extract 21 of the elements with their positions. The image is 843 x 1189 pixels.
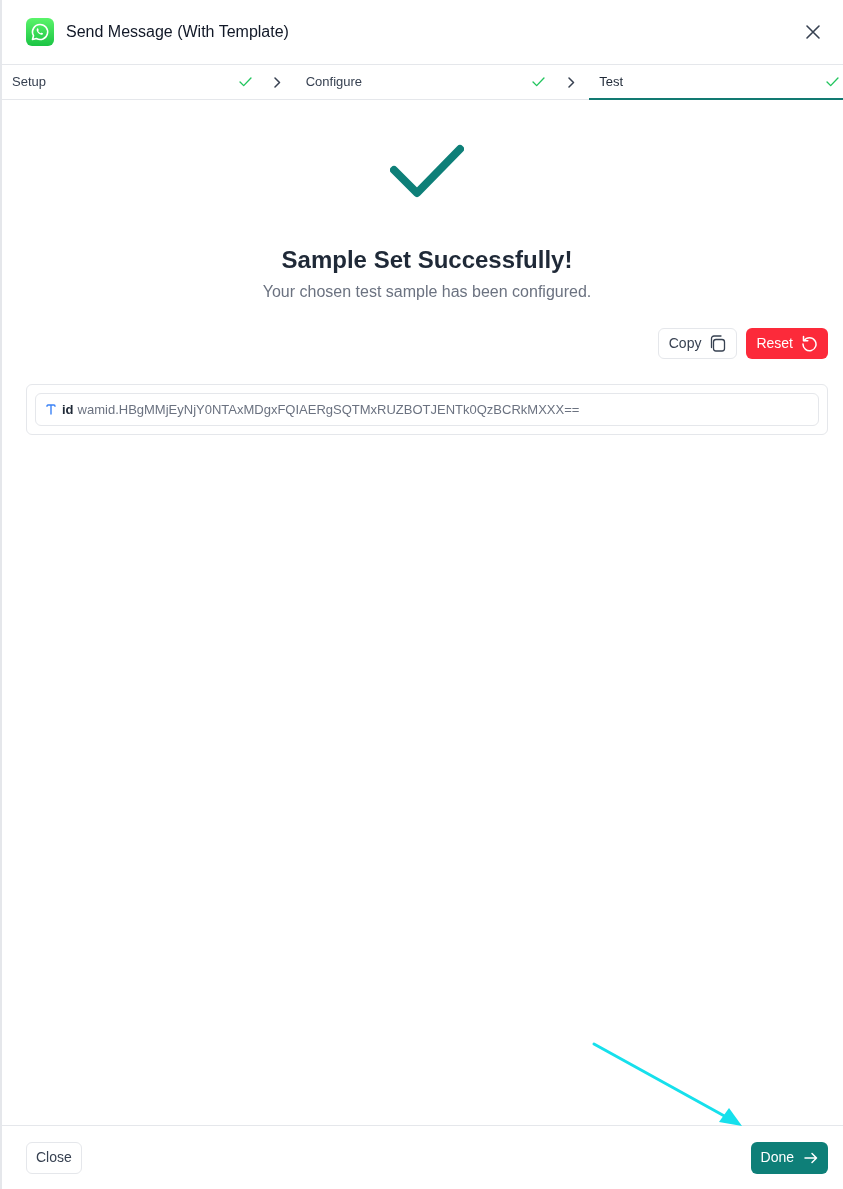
field-name: id: [62, 400, 74, 419]
arrow-right-icon: [804, 1151, 818, 1164]
close-button[interactable]: Close: [26, 1141, 82, 1174]
copy-button[interactable]: Copy: [657, 328, 738, 359]
step-tab[interactable]: Configure: [295, 65, 554, 99]
text-type-icon: [46, 404, 56, 415]
step-tab[interactable]: Test: [589, 65, 843, 100]
success-title: Sample Set Successfully!: [280, 245, 574, 275]
reset-button[interactable]: Reset: [746, 328, 828, 359]
dialog-title: Send Message (With Template): [66, 22, 289, 42]
close-icon[interactable]: [803, 22, 823, 42]
reset-icon: [801, 335, 818, 352]
chat-app-logo-icon: [26, 18, 54, 46]
done-button[interactable]: Done: [750, 1141, 828, 1174]
chevron-right-icon: [567, 76, 575, 88]
step-tab[interactable]: Setup: [2, 65, 260, 99]
success-message: Your chosen test sample has been configured.: [261, 282, 593, 302]
success-check-icon: [390, 144, 464, 198]
chevron-right-icon: [274, 76, 282, 88]
copy-icon: [709, 335, 727, 352]
field-value: wamid.HBgMMjEyNjY0NTAxMDgxFQIAERgSQTMxRUZBOTJENTk0QzBCRkMXXX==: [77, 400, 580, 419]
